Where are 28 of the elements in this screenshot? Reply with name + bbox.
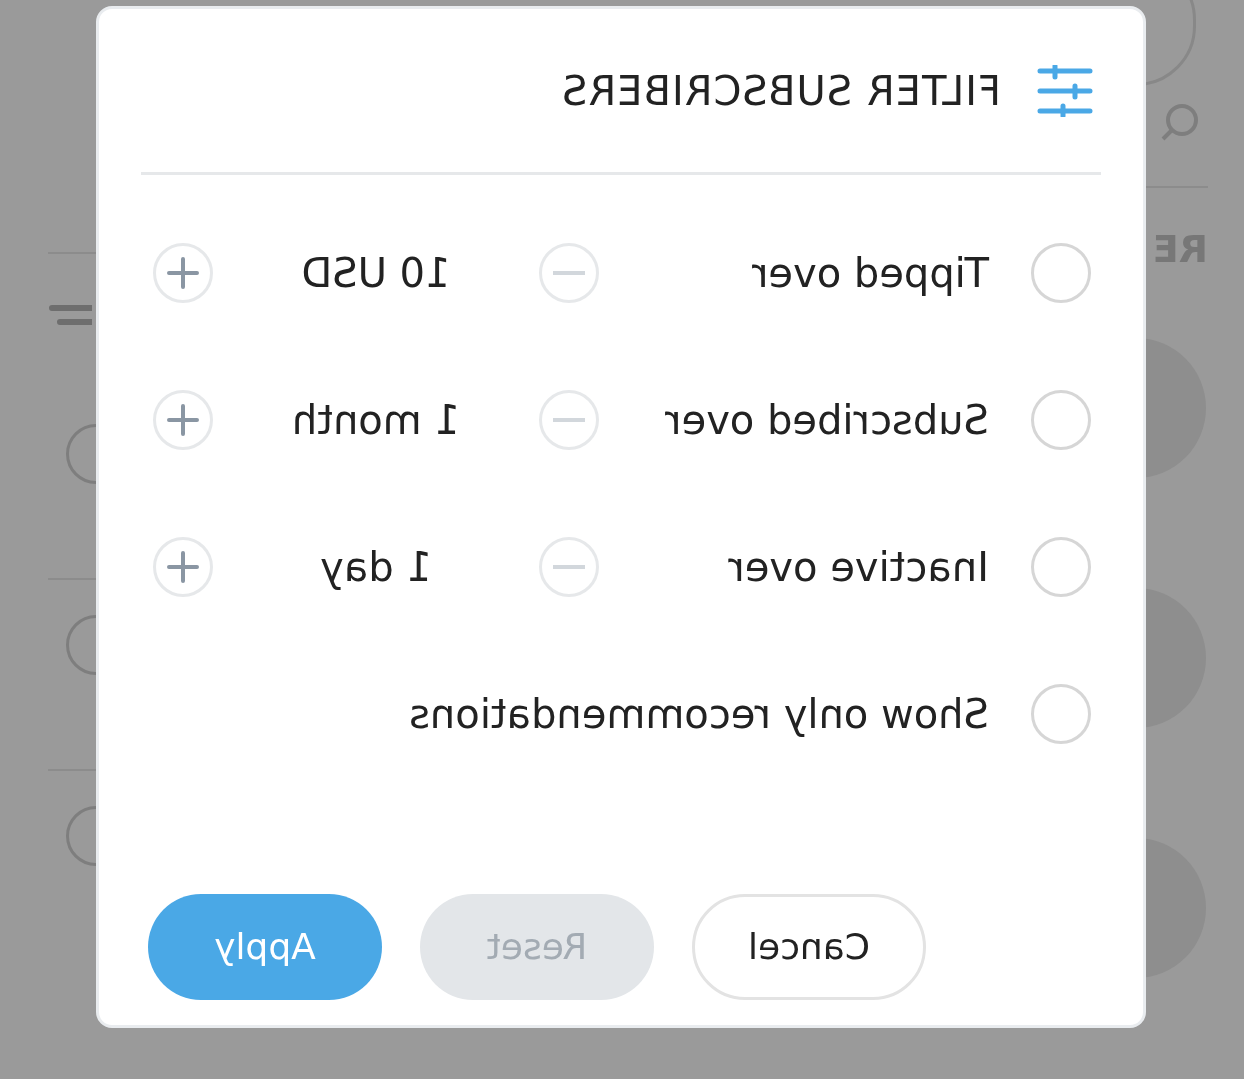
minus-icon [553,418,585,422]
minus-icon [553,565,585,569]
radio-button[interactable] [1031,390,1091,450]
dialog-title: FILTER SUBSCRIBERS [561,66,1001,116]
radio-button[interactable] [1031,243,1091,303]
plus-icon [165,402,201,438]
option-label: Show only recommendations [409,690,989,739]
plus-button[interactable] [153,537,213,597]
cancel-button[interactable]: Cancel [692,894,926,1000]
option-label: Inactive over [727,543,989,592]
minus-icon [553,271,585,275]
plus-icon [165,549,201,585]
radio-button[interactable] [1031,537,1091,597]
radio-button[interactable] [1031,684,1091,744]
option-value: 1 day [319,543,433,592]
plus-icon [165,255,201,291]
option-label: Subscribed over [664,396,989,445]
plus-button[interactable] [153,390,213,450]
apply-button[interactable]: Apply [148,894,382,1000]
option-value: 1 month [291,396,461,445]
minus-button[interactable] [539,243,599,303]
plus-button[interactable] [153,243,213,303]
option-value: 10 USD [300,249,452,298]
search-icon [1160,102,1200,142]
minus-button[interactable] [539,537,599,597]
minus-button[interactable] [539,390,599,450]
option-label: Tipped over [751,249,989,298]
sliders-icon [1037,64,1093,117]
